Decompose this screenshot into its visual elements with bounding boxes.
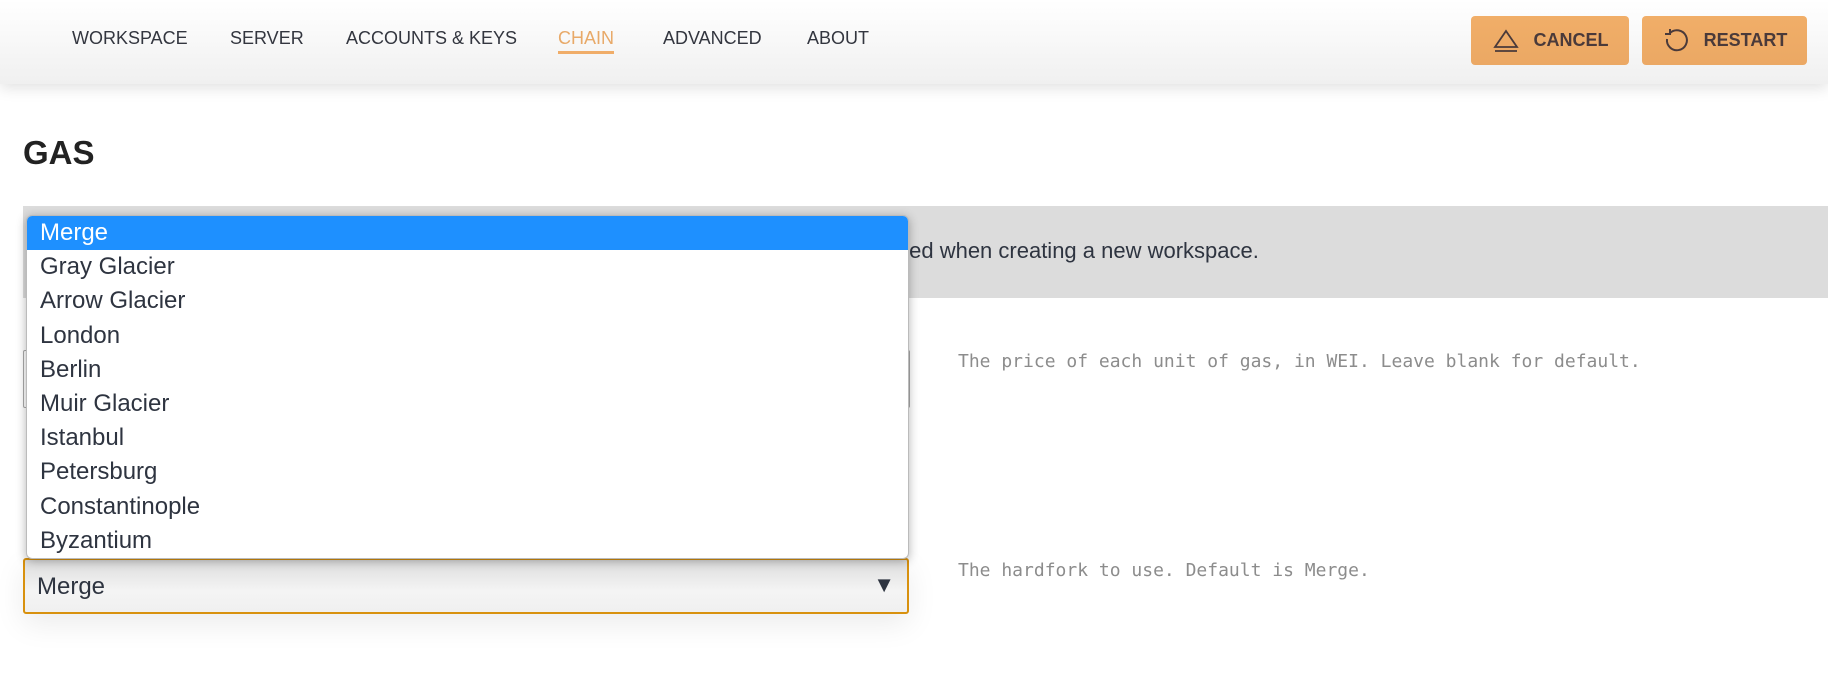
restart-label: RESTART: [1703, 30, 1788, 50]
option-arrow-glacier[interactable]: Arrow Glacier: [27, 284, 908, 318]
option-constantinople[interactable]: Constantinople: [27, 490, 908, 524]
top-nav-bar: WORKSPACE SERVER ACCOUNTS & KEYS CHAIN A…: [0, 0, 1828, 84]
gas-price-description: The price of each unit of gas, in WEI. L…: [958, 351, 1641, 372]
nav-advanced[interactable]: ADVANCED: [663, 28, 762, 49]
banner-text: ted when creating a new workspace.: [903, 238, 1259, 263]
eject-icon: [1492, 28, 1519, 52]
nav-about[interactable]: ABOUT: [807, 28, 869, 49]
hardfork-description: The hardfork to use. Default is Merge.: [958, 560, 1370, 581]
nav-server[interactable]: SERVER: [230, 28, 304, 49]
nav-chain[interactable]: CHAIN: [558, 28, 615, 54]
option-gray-glacier[interactable]: Gray Glacier: [27, 250, 908, 284]
nav-accounts-keys[interactable]: ACCOUNTS & KEYS: [346, 28, 517, 49]
cancel-label: CANCEL: [1533, 30, 1609, 50]
hardfork-select[interactable]: Merge ▼: [23, 558, 909, 614]
hardfork-selected-value: Merge: [37, 573, 106, 600]
option-petersburg[interactable]: Petersburg: [27, 455, 908, 489]
restart-icon: [1664, 28, 1688, 51]
option-berlin[interactable]: Berlin: [27, 353, 908, 387]
option-merge[interactable]: Merge: [27, 216, 908, 251]
option-london[interactable]: London: [27, 319, 908, 353]
cancel-button[interactable]: CANCEL: [1471, 16, 1629, 65]
option-byzantium[interactable]: Byzantium: [27, 524, 908, 558]
section-title: GAS: [23, 134, 95, 171]
option-muir-glacier[interactable]: Muir Glacier: [27, 387, 908, 421]
dropdown-arrow-icon: ▼: [873, 572, 895, 597]
restart-button[interactable]: RESTART: [1642, 16, 1807, 65]
nav-workspace[interactable]: WORKSPACE: [72, 28, 188, 49]
hardfork-options-list: Merge Gray Glacier Arrow Glacier London …: [26, 215, 909, 559]
option-istanbul[interactable]: Istanbul: [27, 421, 908, 455]
